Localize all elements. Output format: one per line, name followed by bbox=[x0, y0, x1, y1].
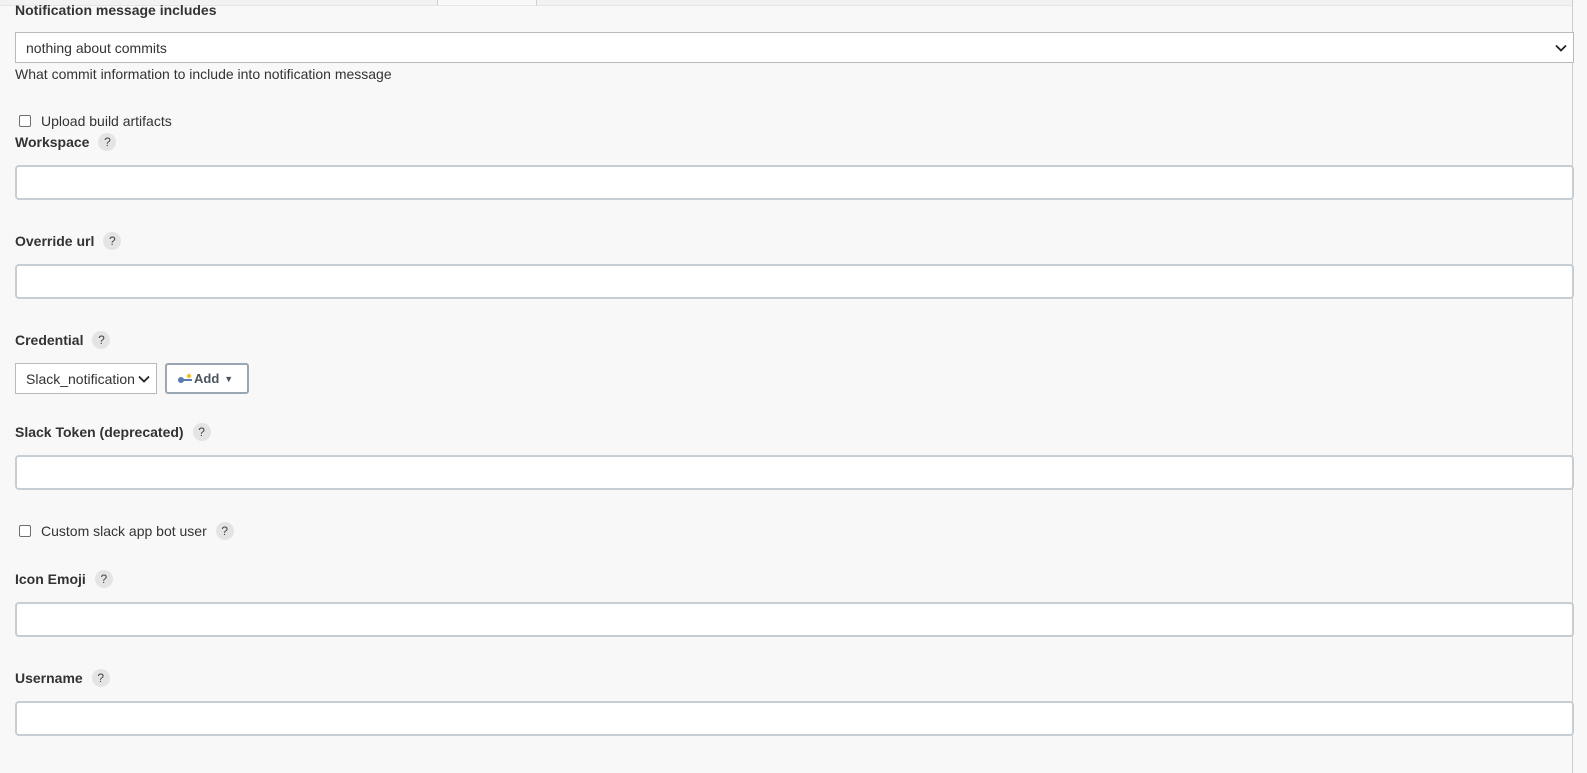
credential-label-text: Credential bbox=[15, 332, 84, 348]
credential-select[interactable]: Slack_notification bbox=[15, 363, 157, 394]
override-url-input[interactable] bbox=[15, 264, 1574, 299]
override-url-label-text: Override url bbox=[15, 233, 95, 249]
top-tab-edge bbox=[437, 0, 537, 5]
add-credential-button[interactable]: Add ▼ bbox=[165, 363, 249, 394]
add-credential-label: Add bbox=[194, 371, 220, 386]
help-icon[interactable]: ? bbox=[98, 133, 117, 151]
notification-label: Notification message includes bbox=[15, 2, 217, 18]
caret-down-icon: ▼ bbox=[224, 373, 234, 384]
override-url-label: Override url ? bbox=[15, 232, 122, 250]
notification-description: What commit information to include into … bbox=[15, 66, 392, 82]
slack-token-label: Slack Token (deprecated) ? bbox=[15, 423, 211, 441]
notification-label-text: Notification message includes bbox=[15, 2, 217, 18]
username-input[interactable] bbox=[15, 701, 1574, 736]
credential-label: Credential ? bbox=[15, 331, 111, 349]
icon-emoji-label-text: Icon Emoji bbox=[15, 571, 86, 587]
slack-token-label-text: Slack Token (deprecated) bbox=[15, 424, 184, 440]
workspace-label-text: Workspace bbox=[15, 134, 90, 150]
help-icon[interactable]: ? bbox=[92, 331, 111, 349]
custom-bot-user-checkbox[interactable] bbox=[19, 525, 31, 537]
top-edge bbox=[0, 0, 1573, 6]
custom-bot-user-label: Custom slack app bot user bbox=[41, 523, 207, 539]
help-icon[interactable]: ? bbox=[91, 669, 110, 687]
slack-token-input[interactable] bbox=[15, 455, 1574, 490]
vertical-scrollbar[interactable] bbox=[1572, 0, 1587, 773]
icon-emoji-label: Icon Emoji ? bbox=[15, 570, 113, 588]
help-icon[interactable]: ? bbox=[215, 522, 234, 540]
key-icon bbox=[177, 373, 193, 385]
credential-selected-value: Slack_notification bbox=[26, 370, 135, 387]
chevron-down-icon bbox=[138, 372, 150, 386]
help-icon[interactable]: ? bbox=[94, 570, 113, 588]
workspace-label: Workspace ? bbox=[15, 133, 117, 151]
upload-artifacts-label: Upload build artifacts bbox=[41, 113, 172, 129]
help-icon[interactable]: ? bbox=[192, 423, 211, 441]
notification-select[interactable]: nothing about commits bbox=[15, 32, 1574, 63]
upload-artifacts-row: Upload build artifacts bbox=[19, 113, 172, 129]
icon-emoji-input[interactable] bbox=[15, 602, 1574, 637]
workspace-input[interactable] bbox=[15, 165, 1574, 200]
username-label: Username ? bbox=[15, 669, 110, 687]
upload-artifacts-checkbox[interactable] bbox=[19, 115, 31, 127]
help-icon[interactable]: ? bbox=[103, 232, 122, 250]
username-label-text: Username bbox=[15, 670, 83, 686]
notification-selected-value: nothing about commits bbox=[26, 39, 167, 56]
custom-bot-user-row: Custom slack app bot user ? bbox=[19, 522, 234, 540]
chevron-down-icon bbox=[1555, 41, 1567, 55]
